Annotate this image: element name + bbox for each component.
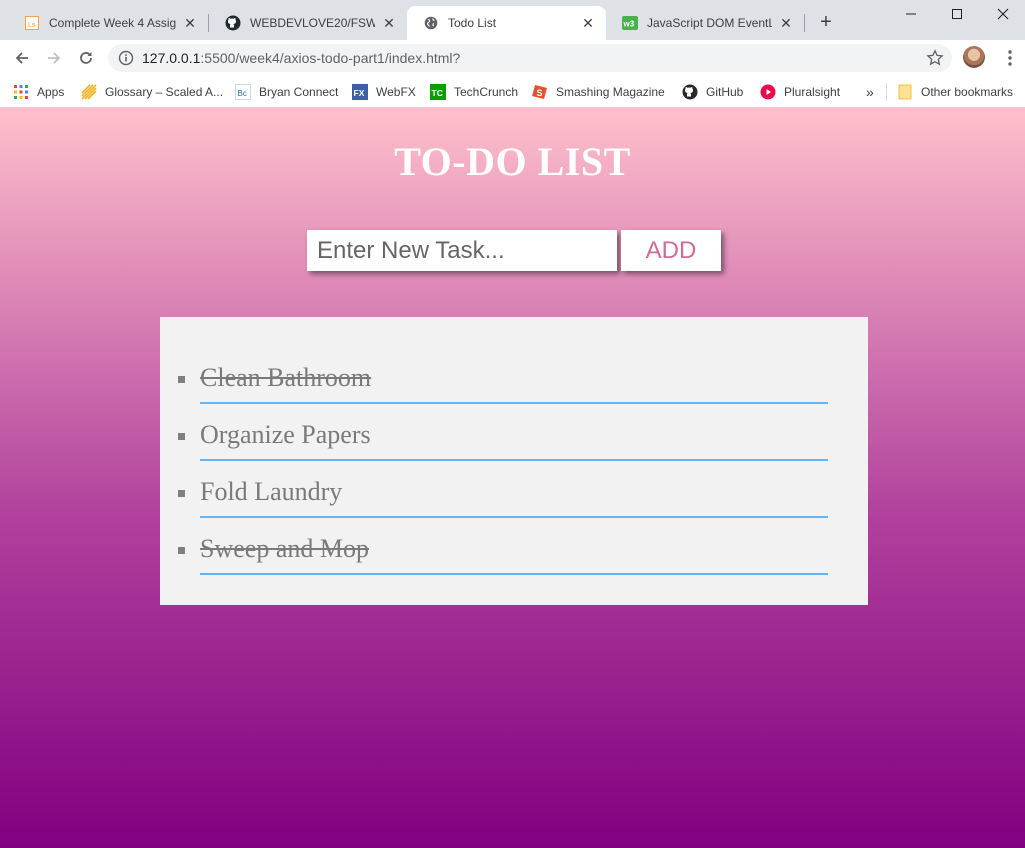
bookmark-apps[interactable]: Apps (13, 82, 64, 102)
techcrunch-icon: TC (430, 84, 446, 100)
minimize-button[interactable] (888, 0, 934, 28)
bookmark-pluralsight[interactable]: Pluralsight (760, 82, 840, 102)
more-menu-icon[interactable] (1000, 48, 1020, 68)
bullet-icon (178, 376, 185, 383)
webfx-icon: FX (352, 84, 368, 100)
todo-list: Clean Bathroom Organize Papers Fold Laun… (160, 317, 868, 605)
todo-text[interactable]: Organize Papers (200, 420, 371, 450)
tab-title: JavaScript DOM EventList (647, 16, 772, 30)
tab-title: Complete Week 4 Assignm (49, 16, 176, 30)
url-text: 127.0.0.1:5500/week4/axios-todo-part1/in… (142, 44, 460, 72)
todo-text[interactable]: Clean Bathroom (200, 363, 371, 393)
tab-strip: Ls Complete Week 4 Assignm ✕ WEBDEVLOVE2… (0, 0, 1025, 40)
bookmarks-divider (886, 83, 887, 101)
new-tab-button[interactable]: + (814, 11, 838, 35)
ls-icon: Ls (24, 15, 40, 31)
bookmark-glossary[interactable]: Glossary – Scaled A... (81, 82, 223, 102)
github-icon (682, 84, 698, 100)
svg-text:w3: w3 (623, 20, 635, 29)
svg-text:FX: FX (354, 88, 365, 98)
forward-arrow-icon (48, 52, 61, 64)
svg-text:TC: TC (432, 88, 443, 98)
smashing-icon: S (532, 84, 548, 100)
bookmark-label: WebFX (376, 85, 416, 99)
back-arrow-icon (15, 52, 28, 64)
tab-js-dom[interactable]: w3 JavaScript DOM EventList ✕ (606, 6, 804, 40)
bookmark-label: Bryan Connect (259, 85, 339, 99)
bullet-icon (178, 433, 185, 440)
bookmark-techcrunch[interactable]: TC TechCrunch (430, 82, 518, 102)
bookmarks-bar: Apps Glossary – Scaled A... Bc Bryan Con… (0, 76, 1025, 108)
close-window-button[interactable] (980, 0, 1025, 28)
bookmark-label: Smashing Magazine (556, 85, 665, 99)
forward-button[interactable] (41, 45, 67, 71)
url-host: 127.0.0.1 (142, 50, 201, 66)
bullet-icon (178, 490, 185, 497)
add-task-button[interactable]: ADD (621, 230, 721, 271)
bookmark-label: Other bookmarks (921, 85, 1014, 99)
todo-text[interactable]: Fold Laundry (200, 477, 342, 507)
close-tab-icon[interactable]: ✕ (580, 15, 596, 31)
page-title: TO-DO LIST (394, 139, 631, 184)
bookmark-github[interactable]: GitHub (682, 82, 743, 102)
tab-github[interactable]: WEBDEVLOVE20/FSW-11 ✕ (209, 6, 407, 40)
url-path: :5500/week4/axios-todo-part1/index.html? (200, 50, 461, 66)
todo-text[interactable]: Sweep and Mop (200, 534, 369, 564)
reload-button[interactable] (73, 45, 99, 71)
globe-icon (423, 15, 439, 31)
bookmark-label: TechCrunch (454, 85, 519, 99)
todo-item: Clean Bathroom (178, 347, 828, 404)
svg-text:Ls: Ls (28, 22, 36, 29)
reload-icon (80, 52, 92, 64)
profile-avatar[interactable] (963, 46, 985, 68)
todo-item: Sweep and Mop (178, 518, 828, 575)
tab-title: WEBDEVLOVE20/FSW-11 (250, 16, 375, 30)
close-tab-icon[interactable]: ✕ (381, 15, 397, 31)
bookmark-smashing-magazine[interactable]: S Smashing Magazine (532, 82, 665, 102)
svg-text:Bc: Bc (238, 89, 247, 98)
glossary-icon (81, 84, 97, 100)
bullet-icon (178, 547, 185, 554)
bookmark-webfx[interactable]: FX WebFX (352, 82, 416, 102)
todo-page: TO-DO LIST ADD Clean Bathroom Organize P… (0, 108, 1025, 848)
apps-grid-icon (13, 84, 29, 100)
bryan-connect-icon: Bc (235, 84, 251, 100)
new-task-input[interactable] (307, 230, 617, 271)
info-icon[interactable] (118, 50, 134, 66)
bookmark-bryan-connect[interactable]: Bc Bryan Connect (235, 82, 338, 102)
w3-icon: w3 (622, 15, 638, 31)
tab-title: Todo List (448, 16, 497, 30)
tab-separator (804, 14, 805, 32)
close-tab-icon[interactable]: ✕ (778, 15, 794, 31)
more-bookmarks-button[interactable]: » (866, 82, 874, 102)
tab-assignment[interactable]: Ls Complete Week 4 Assignm ✕ (8, 6, 208, 40)
todo-item: Organize Papers (178, 404, 828, 461)
todo-item: Fold Laundry (178, 461, 828, 518)
tab-todo-list[interactable]: Todo List ✕ (407, 6, 606, 40)
svg-text:S: S (537, 88, 543, 98)
bookmark-label: Apps (37, 85, 65, 99)
bookmark-label: Pluralsight (784, 85, 841, 99)
bookmark-star-icon[interactable] (926, 49, 944, 67)
back-button[interactable] (9, 45, 35, 71)
folder-icon (897, 84, 913, 100)
address-bar[interactable]: 127.0.0.1:5500/week4/axios-todo-part1/in… (108, 44, 952, 72)
bookmark-label: GitHub (706, 85, 744, 99)
close-tab-icon[interactable]: ✕ (182, 15, 198, 31)
maximize-button[interactable] (934, 0, 980, 28)
github-icon (225, 15, 241, 31)
pluralsight-icon (760, 84, 776, 100)
browser-toolbar: 127.0.0.1:5500/week4/axios-todo-part1/in… (0, 40, 1025, 76)
other-bookmarks-folder[interactable]: Other bookmarks (897, 82, 1013, 102)
bookmark-label: Glossary – Scaled A... (105, 85, 224, 99)
